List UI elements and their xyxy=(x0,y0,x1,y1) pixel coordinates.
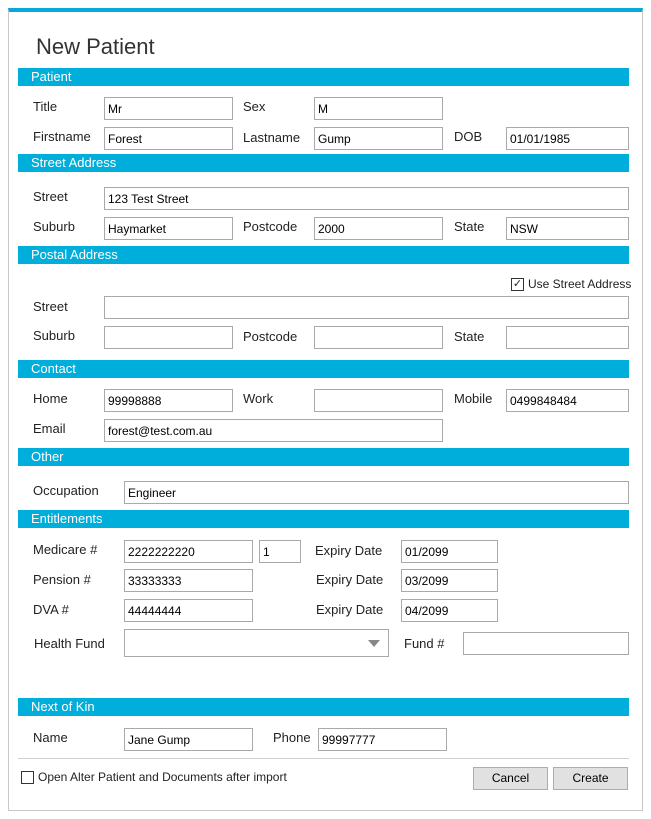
postal-street-label: Street xyxy=(33,299,68,314)
medicare-irn-input[interactable] xyxy=(259,540,301,563)
pension-expiry-input[interactable] xyxy=(401,569,498,592)
nok-phone-input[interactable] xyxy=(318,728,447,751)
postal-suburb-label: Suburb xyxy=(33,328,75,343)
email-input[interactable] xyxy=(104,419,443,442)
work-phone-input[interactable] xyxy=(314,389,443,412)
fund-number-label: Fund # xyxy=(404,636,445,651)
pension-number-input[interactable] xyxy=(124,569,253,592)
postcode-label: Postcode xyxy=(243,219,298,234)
open-after-import-checkbox[interactable] xyxy=(21,771,34,784)
firstname-label: Firstname xyxy=(33,129,91,144)
dob-input[interactable] xyxy=(506,127,629,150)
postal-street-input[interactable] xyxy=(104,296,629,319)
sex-label: Sex xyxy=(243,99,266,114)
street-label: Street xyxy=(33,189,68,204)
occupation-label: Occupation xyxy=(33,483,99,498)
email-label: Email xyxy=(33,421,66,436)
dva-label: DVA # xyxy=(33,602,69,617)
pension-expiry-label: Expiry Date xyxy=(316,572,384,587)
mobile-input[interactable] xyxy=(506,389,629,412)
postal-postcode-input[interactable] xyxy=(314,326,443,349)
lastname-label: Lastname xyxy=(243,130,301,145)
postcode-input[interactable] xyxy=(314,217,443,240)
sex-input[interactable] xyxy=(314,97,443,120)
dva-expiry-input[interactable] xyxy=(401,599,498,622)
page-title: New Patient xyxy=(36,34,155,59)
dob-label: DOB xyxy=(454,129,483,144)
section-header-other: Other xyxy=(18,448,629,466)
section-header-postal-address: Postal Address xyxy=(18,246,629,264)
medicare-expiry-label: Expiry Date xyxy=(315,543,383,558)
nok-phone-label: Phone xyxy=(273,730,311,745)
use-street-address-label: Use Street Address xyxy=(528,277,632,291)
chevron-down-icon xyxy=(368,640,380,647)
new-patient-dialog: New Patient Patient Title Sex Firstname … xyxy=(8,8,643,811)
title-input[interactable] xyxy=(104,97,233,120)
medicare-label: Medicare # xyxy=(33,542,98,557)
home-label: Home xyxy=(33,391,68,406)
state-label: State xyxy=(454,219,485,234)
lastname-input[interactable] xyxy=(314,127,443,150)
nok-name-input[interactable] xyxy=(124,728,253,751)
suburb-input[interactable] xyxy=(104,217,233,240)
cancel-button[interactable]: Cancel xyxy=(473,767,548,790)
health-fund-dropdown[interactable] xyxy=(124,629,389,657)
section-header-contact: Contact xyxy=(18,360,629,378)
home-phone-input[interactable] xyxy=(104,389,233,412)
footer-divider xyxy=(18,758,629,759)
create-button[interactable]: Create xyxy=(553,767,628,790)
title-label: Title xyxy=(33,99,58,114)
medicare-number-input[interactable] xyxy=(124,540,253,563)
section-header-entitlements: Entitlements xyxy=(18,510,629,528)
fund-number-input[interactable] xyxy=(463,632,629,655)
section-header-street-address: Street Address xyxy=(18,154,629,172)
postal-state-input[interactable] xyxy=(506,326,629,349)
postal-state-label: State xyxy=(454,329,485,344)
open-after-import-label: Open Alter Patient and Documents after i… xyxy=(38,770,287,784)
state-input[interactable] xyxy=(506,217,629,240)
firstname-input[interactable] xyxy=(104,127,233,150)
health-fund-label: Health Fund xyxy=(34,636,105,651)
mobile-label: Mobile xyxy=(454,391,493,406)
section-header-next-of-kin: Next of Kin xyxy=(18,698,629,716)
postal-postcode-label: Postcode xyxy=(243,329,298,344)
use-street-address-checkbox[interactable]: ✓ xyxy=(511,278,524,291)
postal-suburb-input[interactable] xyxy=(104,326,233,349)
section-header-patient: Patient xyxy=(18,68,629,86)
medicare-expiry-input[interactable] xyxy=(401,540,498,563)
dva-number-input[interactable] xyxy=(124,599,253,622)
checkmark-icon: ✓ xyxy=(512,278,523,290)
dva-expiry-label: Expiry Date xyxy=(316,602,384,617)
pension-label: Pension # xyxy=(33,572,91,587)
occupation-input[interactable] xyxy=(124,481,629,504)
street-input[interactable] xyxy=(104,187,629,210)
nok-name-label: Name xyxy=(33,730,68,745)
suburb-label: Suburb xyxy=(33,219,75,234)
work-label: Work xyxy=(243,391,274,406)
